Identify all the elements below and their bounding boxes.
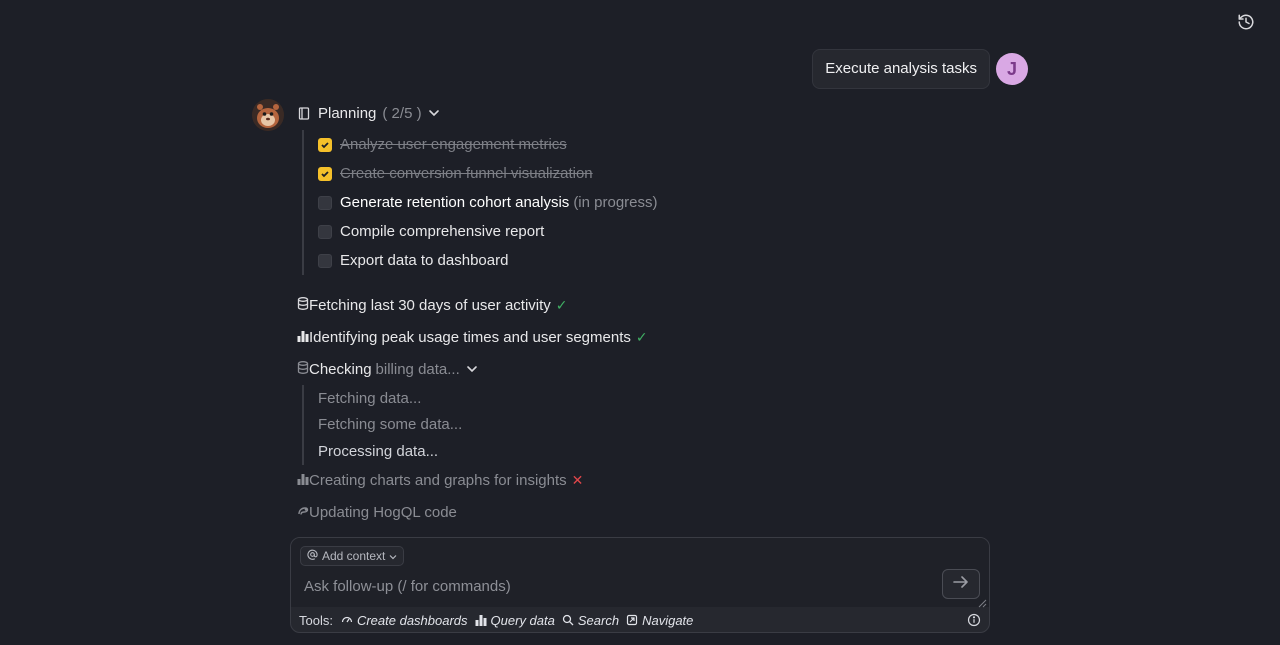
- tool-label: Query data: [490, 612, 555, 628]
- chat-page: Execute analysis tasks J Planning ( 2/5 …: [0, 0, 1280, 645]
- error-x-icon: ✕: [571, 472, 584, 488]
- add-context-label: Add context: [322, 549, 386, 563]
- step-item-expandable[interactable]: Checking billing data...: [297, 353, 987, 385]
- tool-search[interactable]: Search: [562, 613, 619, 628]
- step-item: Creating charts and graphs for insights …: [297, 465, 987, 497]
- assistant-message: Planning ( 2/5 ) Analyze user engagement…: [297, 100, 987, 529]
- checkmark-icon: ✓: [635, 328, 648, 345]
- task-label: Create conversion funnel visualization: [340, 165, 593, 182]
- task-label: Analyze user engagement metrics: [340, 136, 567, 153]
- substep-item: Fetching data...: [318, 389, 422, 407]
- task-status-note: (in progress): [573, 194, 658, 211]
- step-label: Fetching last 30 days of user activity: [309, 296, 551, 314]
- step-item: Fetching last 30 days of user activity ✓: [297, 289, 987, 321]
- assistant-avatar: [252, 99, 284, 131]
- user-message-row: Execute analysis tasks J: [812, 49, 1028, 89]
- substep-list: Fetching data... Fetching some data... P…: [302, 385, 987, 465]
- bar-chart-icon: [297, 472, 309, 489]
- composer-input-area[interactable]: Add context Ask follow-up (/ for command…: [291, 538, 989, 608]
- tools-label: Tools:: [299, 612, 333, 628]
- send-button[interactable]: [942, 569, 980, 599]
- task-item: Create conversion funnel visualization: [318, 159, 987, 188]
- add-context-button[interactable]: Add context: [300, 546, 405, 566]
- checkmark-icon: ✓: [555, 296, 568, 313]
- chevron-down-icon: [466, 365, 478, 373]
- tool-create-dashboards[interactable]: Create dashboards: [341, 613, 468, 628]
- at-sign-icon: [307, 549, 318, 563]
- resize-handle-icon[interactable]: [977, 595, 987, 608]
- checkbox-checked-icon[interactable]: [318, 166, 332, 181]
- tool-navigate[interactable]: Navigate: [626, 613, 693, 628]
- task-label: Generate retention cohort analysis: [340, 194, 570, 211]
- step-item: Identifying peak usage times and user se…: [297, 321, 987, 353]
- checkbox-empty-icon[interactable]: [318, 195, 332, 210]
- chevron-down-icon: [389, 549, 397, 563]
- planning-count: ( 2/5 ): [382, 104, 422, 122]
- database-icon: [297, 360, 309, 378]
- dashboard-icon: [341, 616, 353, 623]
- substep-item: Processing data...: [318, 442, 439, 460]
- step-label: Checking: [309, 360, 372, 378]
- substep-item: Fetching some data...: [318, 416, 463, 434]
- planning-header[interactable]: Planning ( 2/5 ): [297, 100, 987, 126]
- task-item: Compile comprehensive report: [318, 217, 987, 246]
- composer: Add context Ask follow-up (/ for command…: [290, 537, 990, 633]
- arrow-right-icon: [953, 575, 969, 593]
- checkbox-checked-icon[interactable]: [318, 137, 332, 152]
- user-message-bubble: Execute analysis tasks: [812, 49, 990, 89]
- bar-chart-icon: [297, 329, 309, 346]
- step-detail: billing data...: [375, 360, 460, 378]
- step-label: Identifying peak usage times and user se…: [309, 328, 631, 346]
- hog-icon: [297, 504, 309, 521]
- checkbox-empty-icon[interactable]: [318, 224, 332, 239]
- history-icon[interactable]: [1234, 10, 1258, 34]
- tool-label: Navigate: [642, 612, 694, 628]
- task-item: Export data to dashboard: [318, 246, 987, 275]
- step-label: Updating HogQL code: [309, 504, 457, 521]
- checkbox-empty-icon[interactable]: [318, 253, 332, 268]
- step-item: Updating HogQL code: [297, 497, 987, 529]
- task-label: Export data to dashboard: [340, 252, 509, 269]
- planning-label: Planning: [318, 104, 377, 122]
- tool-label: Create dashboards: [356, 612, 468, 628]
- info-icon[interactable]: [967, 613, 981, 627]
- tools-bar: Tools: Create dashboards Query data Sear…: [299, 611, 700, 629]
- follow-up-input[interactable]: Ask follow-up (/ for commands): [304, 578, 511, 595]
- step-label: Creating charts and graphs for insights: [309, 472, 567, 489]
- user-avatar: J: [996, 53, 1028, 85]
- bar-chart-icon: [475, 615, 487, 626]
- tool-query-data[interactable]: Query data: [475, 613, 555, 628]
- task-label: Compile comprehensive report: [340, 223, 545, 240]
- task-item: Generate retention cohort analysis (in p…: [318, 188, 987, 217]
- search-icon: [562, 614, 574, 626]
- navigate-icon: [626, 614, 638, 626]
- planning-task-list: Analyze user engagement metrics Create c…: [302, 130, 987, 275]
- database-icon: [297, 296, 309, 314]
- notebook-icon: [297, 106, 311, 120]
- task-item: Analyze user engagement metrics: [318, 130, 987, 159]
- chevron-down-icon: [428, 109, 440, 117]
- tool-label: Search: [577, 612, 620, 628]
